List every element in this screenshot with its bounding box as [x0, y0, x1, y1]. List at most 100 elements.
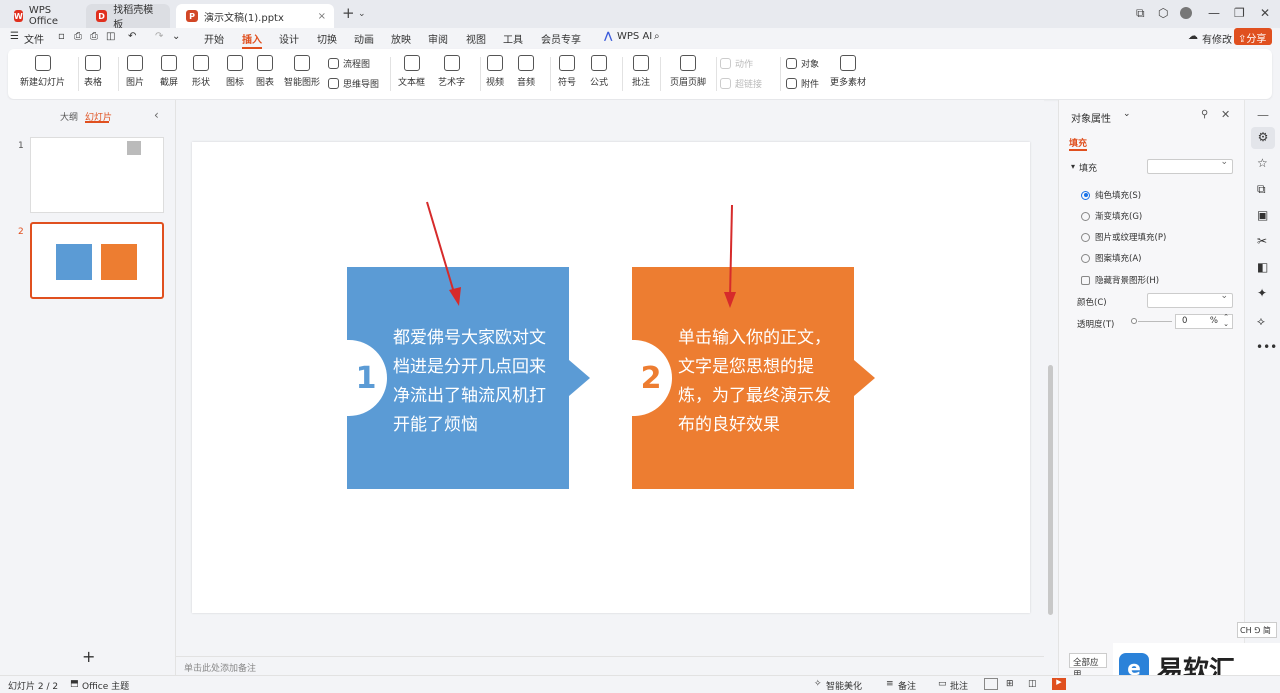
- picture-fill-radio[interactable]: 图片或纹理填充(P): [1081, 231, 1166, 243]
- apply-all-button[interactable]: 全部应用: [1069, 653, 1107, 680]
- notes-button[interactable]: 备注: [898, 679, 916, 692]
- quick-access-chevron-icon[interactable]: ⌄: [172, 31, 180, 42]
- redo-icon[interactable]: ↷: [155, 31, 163, 42]
- undo-icon[interactable]: ↶: [128, 31, 136, 42]
- action-button[interactable]: 动作: [720, 57, 753, 70]
- fill-tab[interactable]: 填充: [1069, 136, 1087, 149]
- screenshot-button[interactable]: 截屏: [160, 55, 178, 88]
- smart-shape-button[interactable]: 智能图形: [284, 55, 320, 88]
- menu-animation[interactable]: 动画: [354, 31, 374, 46]
- share-button[interactable]: ⇪分享: [1234, 28, 1272, 45]
- menu-view[interactable]: 视图: [466, 31, 486, 46]
- menu-review[interactable]: 审阅: [428, 31, 448, 46]
- smart-beautify-button[interactable]: 智能美化: [826, 679, 862, 692]
- sorter-view-icon[interactable]: ⊞: [1006, 679, 1014, 689]
- flowchart-button[interactable]: 流程图: [328, 57, 370, 70]
- has-changes-label[interactable]: 有修改: [1202, 31, 1232, 46]
- panel-title-chevron-icon[interactable]: ⌄: [1123, 109, 1131, 119]
- pattern-fill-radio[interactable]: 图案填充(A): [1081, 252, 1141, 264]
- color-select[interactable]: [1147, 291, 1233, 308]
- play-slideshow-icon[interactable]: ▶: [1052, 678, 1066, 690]
- outline-tab[interactable]: 大纲: [60, 110, 78, 123]
- more-material-button[interactable]: 更多素材: [830, 55, 866, 88]
- export-icon[interactable]: ⎙: [74, 31, 82, 42]
- card-2-text[interactable]: 单击输入你的正文，文字是您思想的提炼，为了最终演示发布的良好效果: [678, 324, 838, 440]
- attachment-button[interactable]: 附件: [786, 77, 819, 90]
- search-icon[interactable]: ⌕: [654, 31, 660, 42]
- notes-area[interactable]: 单击此处添加备注: [176, 656, 1044, 676]
- star-icon[interactable]: ☆: [1257, 156, 1268, 170]
- hide-background-checkbox[interactable]: 隐藏背景图形(H): [1081, 274, 1159, 286]
- menu-insert[interactable]: 插入: [242, 31, 262, 46]
- wordart-button[interactable]: 艺术字: [438, 55, 465, 88]
- formula-button[interactable]: 公式: [590, 55, 608, 88]
- new-tab-icon[interactable]: +: [342, 4, 355, 22]
- chart-button[interactable]: 图表: [256, 55, 274, 88]
- header-footer-button[interactable]: 页眉页脚: [670, 55, 706, 88]
- menu-slideshow[interactable]: 放映: [391, 31, 411, 46]
- menu-design[interactable]: 设计: [279, 31, 299, 46]
- close-window-icon[interactable]: ✕: [1260, 6, 1270, 20]
- shape-button[interactable]: 形状: [192, 55, 210, 88]
- fill-section-toggle-icon[interactable]: ▾: [1071, 162, 1075, 171]
- solid-fill-radio[interactable]: 纯色填充(S): [1081, 189, 1141, 201]
- close-tab-icon[interactable]: ×: [318, 11, 326, 22]
- animation-pane-icon[interactable]: ⟡: [1257, 314, 1265, 329]
- slide-thumbnail-1[interactable]: [30, 137, 164, 213]
- transparency-input[interactable]: 0 % ⌃ ⌄: [1175, 314, 1233, 329]
- picture-button[interactable]: 图片: [126, 55, 144, 88]
- collapse-panel-icon[interactable]: ‹: [154, 108, 159, 122]
- content-card-2[interactable]: 2 单击输入你的正文，文字是您思想的提炼，为了最终演示发布的良好效果: [630, 267, 875, 489]
- textbox-button[interactable]: 文本框: [398, 55, 425, 88]
- menu-wps-ai[interactable]: WPS AI: [617, 31, 652, 42]
- audio-button[interactable]: 音频: [517, 55, 535, 88]
- layers-icon[interactable]: ▣: [1257, 208, 1268, 222]
- minimize-icon[interactable]: —: [1208, 6, 1220, 20]
- object-button[interactable]: 对象: [786, 57, 819, 70]
- animation-icon[interactable]: ✦: [1257, 286, 1267, 300]
- window-layout-icon[interactable]: ⧉: [1136, 6, 1145, 21]
- menu-transition[interactable]: 切换: [317, 31, 337, 46]
- stepper-icon[interactable]: ⌃ ⌄: [1223, 314, 1229, 328]
- preview-icon[interactable]: ◫: [106, 31, 115, 42]
- restore-icon[interactable]: ❐: [1234, 6, 1245, 20]
- new-slide-button[interactable]: 新建幻灯片: [20, 55, 65, 88]
- menu-home[interactable]: 开始: [204, 31, 224, 46]
- close-panel-icon[interactable]: ✕: [1221, 108, 1230, 121]
- tools-icon[interactable]: ✂: [1257, 234, 1267, 248]
- reading-view-icon[interactable]: ◫: [1028, 679, 1037, 689]
- symbol-button[interactable]: 符号: [558, 55, 576, 88]
- icon-button[interactable]: 图标: [226, 55, 244, 88]
- normal-view-icon[interactable]: [984, 678, 998, 690]
- card-1-text[interactable]: 都爱佛号大家欧对文档进是分开几点回来净流出了轴流风机打开能了烦恼: [393, 324, 553, 440]
- menu-file[interactable]: 文件: [24, 31, 44, 46]
- menu-tools[interactable]: 工具: [503, 31, 523, 46]
- collapse-sidebar-icon[interactable]: —: [1257, 108, 1269, 122]
- theme-name[interactable]: Office 主题: [82, 679, 129, 692]
- book-icon[interactable]: ◧: [1257, 260, 1268, 274]
- menu-member[interactable]: 会员专享: [541, 31, 581, 46]
- cube-icon[interactable]: ⬡: [1158, 6, 1168, 20]
- more-icon[interactable]: •••: [1256, 340, 1277, 354]
- slide-canvas[interactable]: 1 都爱佛号大家欧对文档进是分开几点回来净流出了轴流风机打开能了烦恼 2 单击输…: [192, 142, 1030, 613]
- pin-icon[interactable]: ⚲: [1201, 109, 1208, 120]
- properties-icon[interactable]: ⚙: [1251, 127, 1275, 149]
- transparency-slider-track[interactable]: [1138, 321, 1172, 322]
- print-icon[interactable]: ⎙: [90, 31, 98, 42]
- tab-menu-chevron-icon[interactable]: ⌄: [358, 9, 366, 19]
- avatar[interactable]: [1180, 7, 1192, 19]
- tab-template[interactable]: D 找稻壳模板: [86, 4, 170, 31]
- ime-indicator[interactable]: CH ⅁ 简: [1237, 622, 1277, 638]
- mindmap-button[interactable]: 思维导图: [328, 77, 379, 90]
- panel-title[interactable]: 对象属性: [1071, 110, 1111, 125]
- vertical-scrollbar[interactable]: [1048, 365, 1053, 615]
- menu-hamburger-icon[interactable]: ☰: [10, 31, 19, 42]
- copy-icon[interactable]: ⧉: [1257, 182, 1266, 197]
- fill-type-select[interactable]: [1147, 157, 1233, 174]
- save-icon[interactable]: ▫: [58, 31, 65, 42]
- slide-thumbnail-2[interactable]: [30, 222, 164, 299]
- tab-wps-office[interactable]: W WPS Office: [4, 4, 78, 28]
- hyperlink-button[interactable]: 超链接: [720, 77, 762, 90]
- comment-button[interactable]: 批注: [632, 55, 650, 88]
- table-button[interactable]: 表格: [84, 55, 102, 88]
